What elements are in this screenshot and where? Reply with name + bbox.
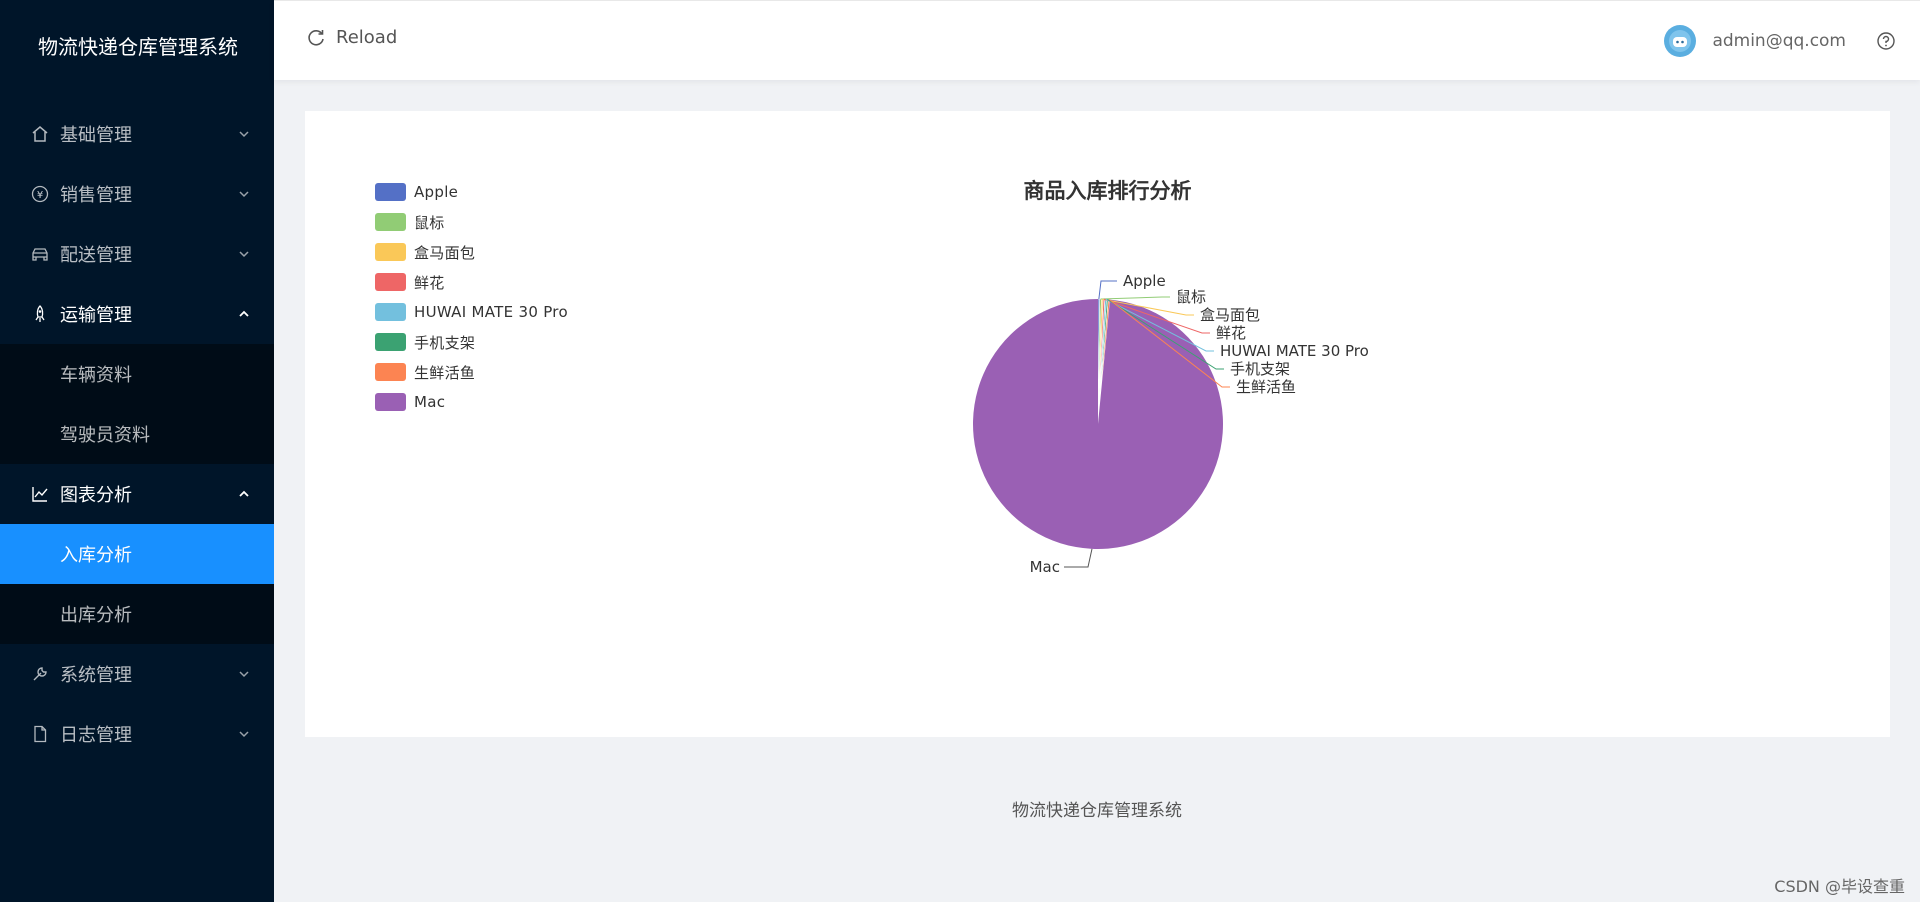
robot-avatar-icon [1669, 30, 1692, 52]
svg-text:¥: ¥ [37, 190, 43, 201]
submenu-charts: 入库分析 出库分析 [0, 524, 274, 644]
chevron-down-icon [236, 726, 252, 742]
chevron-up-icon [236, 306, 252, 322]
reload-icon [308, 29, 324, 46]
footer-text: 物流快递仓库管理系统 [1012, 801, 1182, 821]
sidebar-item-system[interactable]: 系统管理 [0, 644, 274, 704]
sidebar-item-drivers[interactable]: 驾驶员资料 [0, 404, 274, 464]
pie-slice-label: 生鲜活鱼 [1236, 378, 1296, 396]
sidebar-item-transport[interactable]: 运输管理 [0, 284, 274, 344]
avatar [1664, 25, 1697, 57]
question-circle-icon [1877, 32, 1895, 50]
rocket-icon [30, 304, 50, 324]
sidebar-item-outbound-analysis[interactable]: 出库分析 [0, 584, 274, 644]
pie-slice-label: 鲜花 [1216, 324, 1246, 342]
pie-leader-line [1098, 280, 1117, 300]
yen-icon: ¥ [30, 184, 50, 204]
chevron-down-icon [236, 666, 252, 682]
sidebar-item-charts[interactable]: 图表分析 [0, 464, 274, 524]
pie-slice-label: 盒马面包 [1200, 306, 1260, 324]
sidebar: 物流快递仓库管理系统 基础管理 ¥ 销售管理 配送管理 运输管理 车辆资料 驾驶… [0, 0, 274, 902]
watermark: CSDN @毕设查重 [1774, 877, 1905, 896]
pie-slice-label: Apple [1123, 272, 1166, 290]
top-header: Reload admin@qq.com [274, 0, 1920, 80]
pie-slice[interactable] [972, 299, 1223, 549]
help-button[interactable] [1876, 31, 1896, 55]
reload-button[interactable]: Reload [306, 27, 397, 48]
user-menu[interactable]: admin@qq.com [1664, 25, 1846, 57]
user-email: admin@qq.com [1712, 31, 1846, 51]
sidebar-item-label: 系统管理 [60, 665, 132, 686]
sidebar-item-vehicles[interactable]: 车辆资料 [0, 344, 274, 404]
home-icon [30, 124, 50, 144]
sidebar-item-label: 基础管理 [60, 125, 132, 146]
chevron-down-icon [236, 246, 252, 262]
sidebar-menu: 基础管理 ¥ 销售管理 配送管理 运输管理 车辆资料 驾驶员资料 图表分析 入库… [0, 104, 274, 764]
app-title: 物流快递仓库管理系统 [38, 35, 238, 59]
line-chart-icon [30, 484, 50, 504]
chevron-up-icon [236, 486, 252, 502]
pie-slice-label: 手机支架 [1230, 360, 1290, 378]
pie-slice-label: HUWAI MATE 30 Pro [1220, 342, 1369, 360]
tool-icon [30, 664, 50, 684]
chevron-down-icon [236, 126, 252, 142]
pie-slice-label: 鼠标 [1176, 288, 1206, 306]
pie-chart: Apple 鼠标盒马面包鲜花HUWAI MATE 30 Pro手机支架生鲜活鱼 Ma… [972, 272, 1369, 576]
sidebar-item-sales[interactable]: ¥ 销售管理 [0, 164, 274, 224]
chevron-down-icon [236, 186, 252, 202]
pie-leader-line [1064, 548, 1093, 568]
sidebar-item-basic[interactable]: 基础管理 [0, 104, 274, 164]
sidebar-item-label: 运输管理 [60, 305, 132, 326]
car-icon [30, 244, 50, 264]
sidebar-item-label: 图表分析 [60, 485, 132, 506]
pie-leader-line [1100, 296, 1170, 300]
sidebar-item-inbound-analysis[interactable]: 入库分析 [0, 524, 274, 584]
sidebar-item-logs[interactable]: 日志管理 [0, 704, 274, 764]
reload-label: Reload [336, 27, 398, 48]
sidebar-item-label: 销售管理 [60, 185, 132, 206]
file-icon [30, 724, 50, 744]
submenu-transport: 车辆资料 驾驶员资料 [0, 344, 274, 464]
sidebar-item-label: 日志管理 [60, 725, 132, 746]
pie-slice-label: Mac [1030, 558, 1060, 576]
sidebar-item-delivery[interactable]: 配送管理 [0, 224, 274, 284]
chart-card: Apple 鼠标 盒马面包 鲜花 HUWAI MATE 30 Pro 手机支架 生鲜活鱼 Ma… [305, 111, 1890, 737]
sidebar-item-label: 配送管理 [60, 245, 132, 266]
